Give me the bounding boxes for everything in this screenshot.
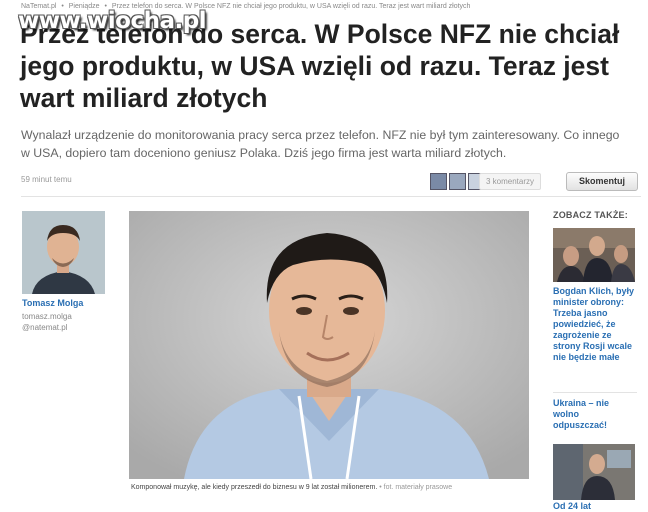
comments-count[interactable]: 3 komentarzy	[479, 173, 542, 190]
author-avatar[interactable]	[22, 211, 105, 294]
published-time: 59 minut temu	[21, 175, 72, 184]
author-name[interactable]: Tomasz Molga	[22, 298, 83, 308]
avatar-icon[interactable]	[430, 173, 447, 190]
author-handle-domain: @natemat.pl	[22, 323, 68, 332]
related-thumbnail[interactable]	[553, 228, 635, 282]
related-heading: ZOBACZ TAKŻE:	[553, 210, 628, 220]
author-handle: tomasz.molga	[22, 312, 72, 321]
related-link[interactable]: Od 24 lat	[553, 501, 639, 512]
divider	[21, 196, 641, 197]
watermark: www.wiocha.pl	[18, 8, 207, 34]
related-link[interactable]: Bogdan Klich, były minister obrony: Trze…	[553, 286, 639, 363]
comment-button[interactable]: Skomentuj	[566, 172, 638, 191]
divider	[553, 392, 637, 393]
article-lead: Wynalazł urządzenie do monitorowania pra…	[21, 128, 620, 160]
photo-caption: Komponował muzykę, ale kiedy przeszedł d…	[131, 482, 531, 493]
related-link[interactable]: Ukraina – nie wolno odpuszczać!	[553, 398, 633, 431]
photo-source: • fot. materiały prasowe	[379, 484, 453, 491]
avatar-icon[interactable]	[449, 173, 466, 190]
article-meta: 59 minut temu 3 komentarzy Skomentuj	[21, 170, 641, 194]
reader-avatars	[430, 173, 485, 190]
related-thumbnail[interactable]	[553, 444, 635, 500]
article-photo	[129, 211, 529, 479]
caption-text: Komponował muzykę, ale kiedy przeszedł d…	[131, 484, 378, 491]
